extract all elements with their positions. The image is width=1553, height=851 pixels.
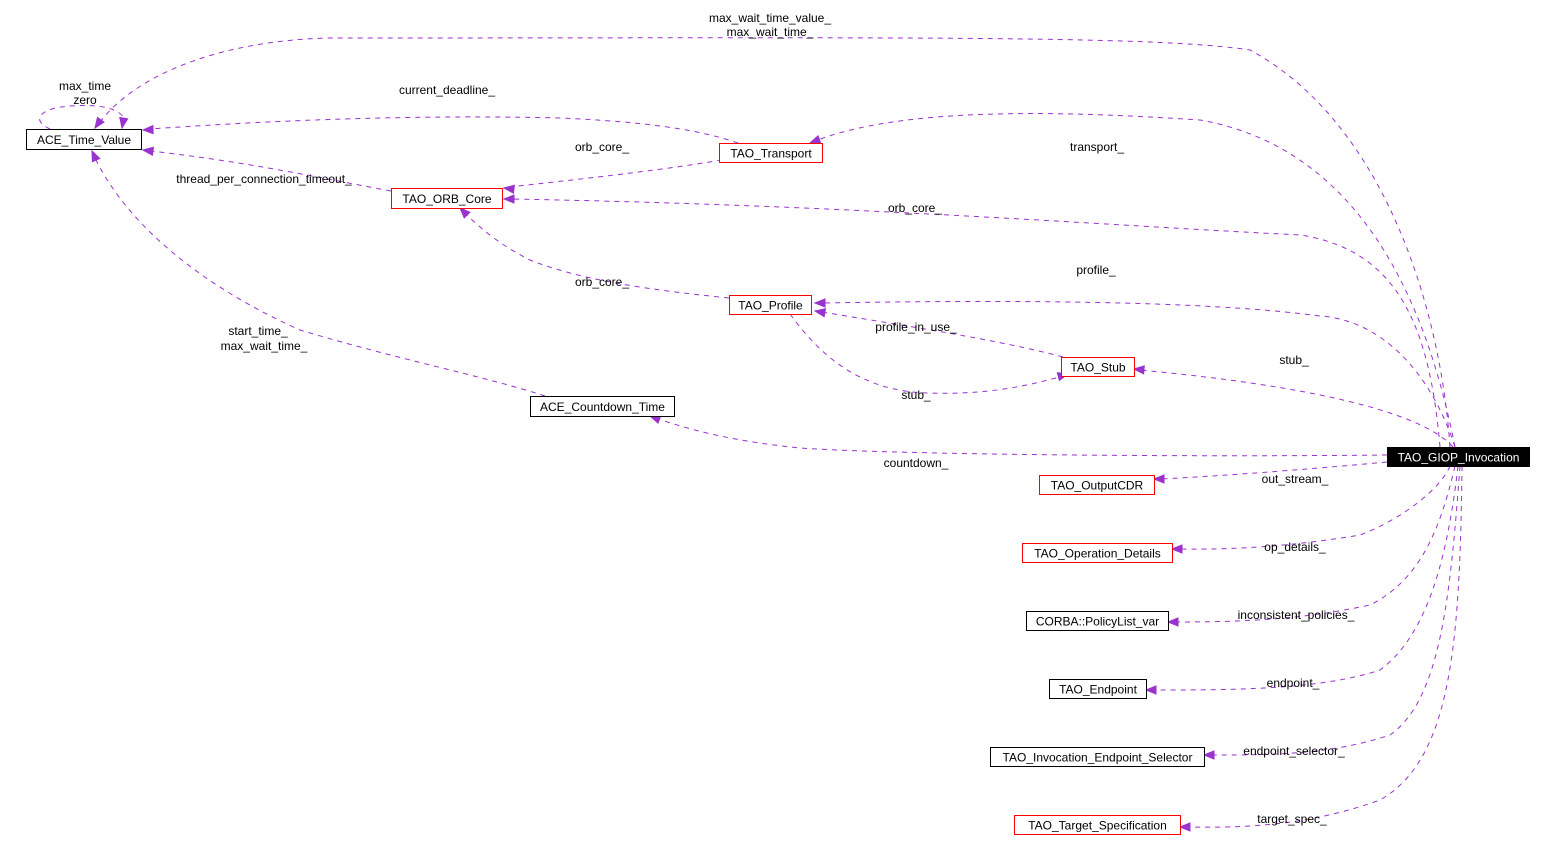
edge-label: start_time_ (228, 324, 288, 338)
arrowhead-icon (1144, 685, 1157, 695)
node-label: TAO_OutputCDR (1051, 479, 1144, 493)
edge-label: endpoint_ (1267, 676, 1320, 690)
edge-label: max_wait_time_ (221, 339, 308, 353)
edge-label: stub_ (901, 388, 931, 402)
arrowhead-icon (91, 149, 101, 163)
edge-line (39, 105, 126, 130)
node-tao-giop-invocation[interactable]: TAO_GIOP_Invocation (1387, 447, 1530, 467)
node-label: TAO_Target_Specification (1028, 819, 1167, 833)
arrowhead-icon (502, 194, 515, 204)
node-tao-transport[interactable]: TAO_Transport (719, 143, 823, 163)
arrowhead-icon (1152, 474, 1165, 484)
arrowhead-icon (141, 146, 154, 156)
edge-label: max_wait_time_value_ (709, 11, 831, 25)
node-label: ACE_Time_Value (37, 133, 131, 147)
edge-label: profile_ (1076, 263, 1116, 277)
edge-tao_transport-to-tao_orb_core (502, 159, 723, 194)
arrowhead-icon (1178, 822, 1191, 832)
edge-tao_giop_invocation-to-tao_endpoint (1144, 465, 1459, 695)
arrowhead-icon (1170, 544, 1183, 554)
node-tao-outputcdr[interactable]: TAO_OutputCDR (1039, 475, 1155, 495)
node-label: TAO_Stub (1070, 361, 1125, 375)
edge-line (149, 116, 739, 144)
node-label: CORBA::PolicyList_var (1036, 615, 1159, 629)
node-label: ACE_Countdown_Time (540, 400, 665, 414)
node-tao-stub[interactable]: TAO_Stub (1061, 357, 1135, 377)
edge-tao_giop_invocation-to-tao_stub (1132, 365, 1454, 448)
edge-ace_time_value-to-ace_time_value (39, 105, 129, 130)
edge-labels-layer: max_timezeromax_wait_time_value_max_wait… (59, 11, 1355, 826)
edge-tao_giop_invocation-to-tao_target_specification (1178, 465, 1463, 832)
node-tao-invocation-endpoint-selector[interactable]: TAO_Invocation_Endpoint_Selector (990, 747, 1205, 767)
node-tao-endpoint[interactable]: TAO_Endpoint (1049, 679, 1147, 699)
edge-label: orb_core_ (575, 140, 629, 154)
edge-line (509, 159, 723, 188)
edge-label: profile_in_use_ (875, 320, 957, 334)
node-label: TAO_Operation_Details (1034, 547, 1161, 561)
edge-label: orb_core_ (888, 201, 942, 215)
arrowhead-icon (808, 134, 822, 144)
arrowhead-icon (502, 184, 515, 194)
node-tao-orb-core[interactable]: TAO_ORB_Core (391, 188, 503, 209)
node-label: TAO_Transport (730, 147, 812, 161)
arrowhead-icon (813, 298, 826, 308)
edge-tao_giop_invocation-to-ace_countdown_time (648, 415, 1388, 457)
edge-label: countdown_ (884, 456, 949, 470)
edge-label: transport_ (1070, 140, 1124, 154)
node-label: TAO_Profile (738, 299, 803, 313)
arrowhead-icon (813, 308, 827, 318)
node-label: TAO_GIOP_Invocation (1398, 451, 1520, 465)
node-ace-time-value[interactable]: ACE_Time_Value (26, 129, 142, 150)
node-tao-target-specification[interactable]: TAO_Target_Specification (1014, 815, 1181, 835)
collaboration-diagram: max_timezeromax_wait_time_value_max_wait… (26, 11, 1530, 835)
edge-label: current_deadline_ (399, 83, 495, 97)
node-ace-countdown-time[interactable]: ACE_Countdown_Time (530, 396, 675, 417)
edge-ace_countdown_time-to-ace_time_value (91, 149, 546, 397)
edge-label: max_time (59, 79, 111, 93)
edge-line (654, 417, 1388, 457)
edge-line (821, 311, 1064, 358)
edge-line (1153, 465, 1459, 691)
edge-label: endpoint_selector_ (1243, 744, 1345, 758)
arrowhead-icon (1202, 750, 1215, 760)
node-label: TAO_Invocation_Endpoint_Selector (1003, 751, 1193, 765)
arrowhead-icon (459, 207, 471, 219)
node-label: TAO_ORB_Core (402, 192, 491, 206)
arrowhead-icon (119, 116, 129, 130)
edge-label: inconsistent_policies_ (1238, 608, 1355, 622)
arrowhead-icon (141, 124, 154, 135)
node-tao-profile[interactable]: TAO_Profile (729, 295, 812, 315)
node-corba-policylist-var[interactable]: CORBA::PolicyList_var (1026, 611, 1169, 631)
edge-label: max_wait_time_ (727, 25, 814, 39)
edge-line (1187, 465, 1463, 828)
edge-line (1139, 369, 1454, 448)
edge-line (99, 37, 1451, 448)
edge-label: thread_per_connection_timeout_ (176, 172, 352, 186)
edge-label: target_spec_ (1257, 812, 1327, 826)
edge-label: stub_ (1279, 353, 1309, 367)
arrowhead-icon (1166, 617, 1179, 627)
edge-tao_transport-to-ace_time_value (141, 116, 739, 144)
node-label: TAO_Endpoint (1059, 683, 1137, 697)
edge-label: orb_core_ (575, 275, 629, 289)
node-tao-operation-details[interactable]: TAO_Operation_Details (1022, 543, 1173, 563)
arrowhead-icon (1132, 365, 1145, 375)
edge-label: op_details_ (1264, 540, 1326, 554)
edge-label: zero (73, 93, 97, 107)
edge-label: out_stream_ (1262, 472, 1329, 486)
edge-tao_giop_invocation-to-ace_time_value (94, 37, 1451, 448)
